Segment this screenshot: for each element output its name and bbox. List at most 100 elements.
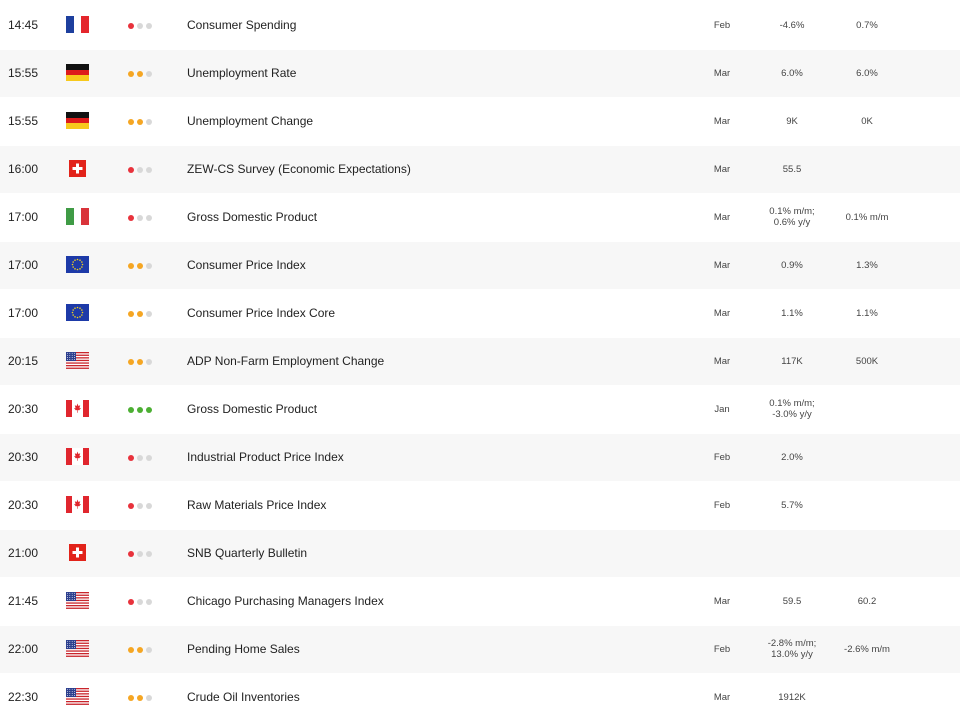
event-time: 20:30 [8,498,39,512]
importance-indicator [128,167,158,173]
calendar-row[interactable]: 14:45 Consumer Spending Feb -4.6% 0.7% [0,2,960,50]
event-period: Mar [713,260,731,271]
importance-dot [128,263,134,269]
importance-dot [128,71,134,77]
calendar-row[interactable]: 16:00 ZEW-CS Survey (Economic Expectation… [0,146,960,194]
event-name[interactable]: ZEW-CS Survey (Economic Expectations) [187,162,411,176]
calendar-row[interactable]: 20:15 ADP Non-Farm Employment Change Mar 11… [0,338,960,386]
importance-dot [137,455,143,461]
event-time: 16:00 [8,162,39,176]
calendar-row[interactable]: 17:00 Gross Domestic Product Mar 0.1% m/m; … [0,194,960,242]
calendar-row[interactable]: 22:30 Crude Oil Inventories Mar 1912K [0,674,960,722]
calendar-row[interactable]: 20:30 Raw Materials Price Index Feb 5.7% [0,482,960,530]
event-name[interactable]: Crude Oil Inventories [187,690,300,704]
importance-dot [128,647,134,653]
importance-dot [128,455,134,461]
actual-value: 55.5 [782,164,802,175]
importance-indicator [128,311,158,317]
importance-indicator [128,407,158,413]
importance-dot [137,167,143,173]
calendar-row[interactable]: 17:00 Consumer Price Index Core Mar 1.1% 1.1… [0,290,960,338]
event-name[interactable]: Raw Materials Price Index [187,498,326,512]
forecast-value: 0.1% m/m [845,212,889,223]
importance-indicator [128,359,158,365]
importance-dot [137,119,143,125]
ca-flag-icon [66,448,89,465]
actual-value: 2.0% [781,452,803,463]
calendar-row[interactable]: 22:00 Pending Home Sales Feb -2.8% m/m; 13.… [0,626,960,674]
event-name[interactable]: Unemployment Change [187,114,313,128]
importance-dot [146,215,152,221]
importance-dot [128,119,134,125]
importance-indicator [128,455,158,461]
event-time: 22:00 [8,642,39,656]
de-flag-icon [66,64,89,81]
actual-value: 0.1% m/m; -3.0% y/y [769,398,815,420]
importance-dot [146,599,152,605]
event-period: Feb [713,644,731,655]
calendar-row[interactable]: 15:55 Unemployment Rate Mar 6.0% 6.0% [0,50,960,98]
importance-dot [137,407,143,413]
calendar-row[interactable]: 17:00 Consumer Price Index Mar 0.9% 1.3% [0,242,960,290]
actual-value: 1912K [778,692,806,703]
event-name[interactable]: Consumer Price Index Core [187,306,335,320]
event-period: Jan [714,404,730,415]
event-name[interactable]: Unemployment Rate [187,66,296,80]
actual-value: 5.7% [781,500,803,511]
event-period: Mar [713,116,731,127]
importance-indicator [128,551,158,557]
importance-dot [128,551,134,557]
importance-dot [146,167,152,173]
de-flag-icon [66,112,89,129]
event-time: 15:55 [8,66,39,80]
importance-dot [128,215,134,221]
importance-dot [137,71,143,77]
importance-dot [137,359,143,365]
calendar-row[interactable]: 21:00 SNB Quarterly Bulletin [0,530,960,578]
importance-dot [146,647,152,653]
ca-flag-icon [66,496,89,513]
forecast-value: 1.1% [856,308,878,319]
importance-dot [128,167,134,173]
calendar-row[interactable]: 20:30 Industrial Product Price Index Feb 2.… [0,434,960,482]
forecast-value: 500K [855,356,879,367]
forecast-value: 60.2 [857,596,877,607]
importance-dot [146,23,152,29]
importance-dot [146,455,152,461]
event-name[interactable]: Pending Home Sales [187,642,300,656]
importance-dot [137,23,143,29]
us-flag-icon [66,688,89,705]
event-period: Mar [713,164,731,175]
calendar-row[interactable]: 20:30 Gross Domestic Product Jan 0.1% m/m; … [0,386,960,434]
importance-dot [146,311,152,317]
importance-dot [137,599,143,605]
event-time: 17:00 [8,258,39,272]
forecast-value: 6.0% [856,68,878,79]
ch-flag-icon [69,544,86,561]
event-name[interactable]: Consumer Spending [187,18,296,32]
importance-dot [128,359,134,365]
calendar-row[interactable]: 15:55 Unemployment Change Mar 9K 0K [0,98,960,146]
importance-indicator [128,695,158,701]
importance-dot [137,647,143,653]
event-period: Feb [713,500,731,511]
ca-flag-icon [66,400,89,417]
event-name[interactable]: Industrial Product Price Index [187,450,344,464]
event-name[interactable]: SNB Quarterly Bulletin [187,546,307,560]
event-period: Mar [713,692,731,703]
us-flag-icon [66,352,89,369]
event-name[interactable]: Gross Domestic Product [187,402,317,416]
event-name[interactable]: ADP Non-Farm Employment Change [187,354,384,368]
event-name[interactable]: Chicago Purchasing Managers Index [187,594,384,608]
event-name[interactable]: Consumer Price Index [187,258,306,272]
importance-dot [146,119,152,125]
event-name[interactable]: Gross Domestic Product [187,210,317,224]
importance-dot [146,551,152,557]
event-period: Mar [713,596,731,607]
calendar-row[interactable]: 21:45 Chicago Purchasing Managers Index Ma… [0,578,960,626]
importance-indicator [128,599,158,605]
importance-dot [146,263,152,269]
event-time: 17:00 [8,210,39,224]
importance-dot [128,695,134,701]
event-period: Mar [713,356,731,367]
